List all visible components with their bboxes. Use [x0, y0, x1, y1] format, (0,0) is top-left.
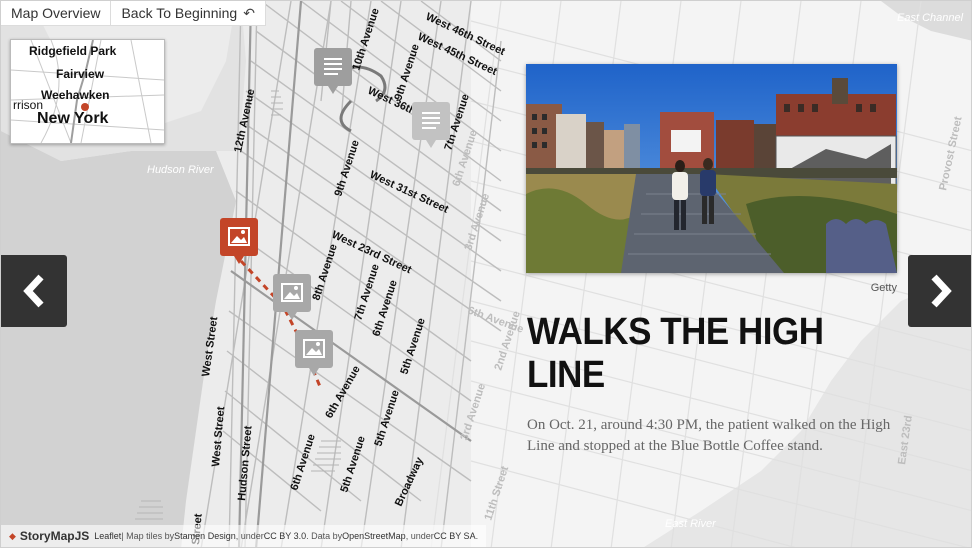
mini-map-label: Fairview — [56, 67, 105, 81]
back-to-beginning-label: Back To Beginning — [121, 5, 238, 21]
slide-photo — [526, 64, 897, 273]
water-label: East River — [665, 518, 717, 530]
attribution-text: , under — [235, 531, 264, 541]
slide-headline: WALKS THE HIGH LINE — [527, 311, 824, 396]
photo-credit: Getty — [870, 282, 897, 294]
attribution-bar: ◆ StoryMapJS Leaflet | Map tiles by Stam… — [1, 525, 487, 547]
attribution-text: , under — [405, 531, 434, 541]
attribution-text: | Map tiles by — [121, 531, 175, 541]
leaflet-link[interactable]: Leaflet — [94, 531, 121, 541]
back-to-beginning-button[interactable]: Back To Beginning ↶ — [110, 1, 264, 25]
attribution-text: . Data by — [306, 531, 343, 541]
map-overview-label: Map Overview — [11, 5, 101, 21]
mini-map-label: Weehawken — [41, 88, 110, 102]
next-slide-button[interactable] — [908, 255, 971, 327]
attribution-text: . — [475, 531, 479, 541]
mini-map-label: Ridgefield Park — [29, 44, 117, 58]
map-overview-button[interactable]: Map Overview — [1, 1, 110, 25]
chevron-right-icon — [931, 274, 952, 308]
water-label: Hudson River — [147, 164, 215, 176]
story-map: West 46th Street West 45th Street West 3… — [0, 0, 972, 548]
slide-text: On Oct. 21, around 4:30 PM, the patient … — [527, 417, 891, 454]
mini-map[interactable]: Ridgefield Park Fairview Weehawken rriso… — [10, 39, 165, 144]
storymap-logo-icon: ◆ — [9, 530, 16, 541]
cc-by-sa-link[interactable]: CC BY SA — [434, 531, 476, 541]
cc-by-link[interactable]: CC BY 3.0 — [264, 531, 306, 541]
previous-slide-button[interactable] — [1, 255, 67, 327]
chevron-left-icon — [23, 274, 44, 308]
osm-link[interactable]: OpenStreetMap — [342, 531, 406, 541]
water-label: East Channel — [897, 12, 964, 24]
mini-map-label: New York — [37, 110, 109, 127]
undo-arrow-icon: ↶ — [243, 5, 255, 21]
menu-bar: Map Overview Back To Beginning ↶ — [1, 1, 266, 26]
stamen-link[interactable]: Stamen Design — [174, 531, 236, 541]
storymap-brand-link[interactable]: StoryMapJS — [20, 529, 89, 543]
